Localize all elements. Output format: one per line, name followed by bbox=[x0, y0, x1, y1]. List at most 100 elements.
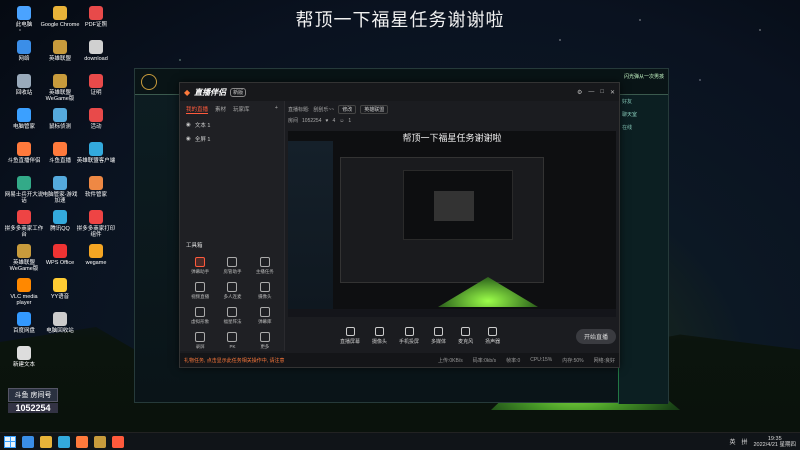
category-button[interactable]: 英雄联盟 bbox=[360, 105, 389, 114]
tool-button[interactable]: 摄像头 bbox=[249, 282, 281, 300]
tray-pdd[interactable]: 拼 bbox=[741, 437, 747, 446]
source-control-button[interactable]: 手机投屏 bbox=[399, 327, 419, 345]
desktop-icon[interactable]: 腾讯QQ bbox=[40, 210, 80, 232]
desktop-icon[interactable]: 斗鱼直播 bbox=[40, 142, 80, 164]
tool-button[interactable]: 房管助手 bbox=[216, 257, 248, 275]
desktop-icon-label: wegame bbox=[85, 260, 107, 266]
tool-button[interactable]: 弹幕助手 bbox=[184, 257, 216, 275]
app-titlebar: ◆ 直播伴侣 新版 ⚙ — □ ✕ bbox=[180, 83, 619, 101]
desktop-icon-label: 拼多多商家打印组件 bbox=[76, 226, 116, 238]
start-live-button[interactable]: 开始直播 bbox=[575, 328, 616, 344]
app-icon bbox=[53, 74, 67, 88]
tool-button[interactable]: 更多 bbox=[249, 332, 281, 350]
lol-chat-item[interactable]: 在线 bbox=[619, 121, 668, 134]
source-control-button[interactable]: 摄像头 bbox=[372, 327, 387, 345]
app-icon bbox=[17, 278, 31, 292]
desktop-icon[interactable]: 英雄联盟 bbox=[40, 40, 80, 62]
eye-icon[interactable]: ◉ bbox=[186, 122, 191, 128]
qq-app-icon[interactable] bbox=[58, 435, 70, 448]
maximize-icon[interactable]: □ bbox=[600, 89, 604, 96]
scene-label: 全屏 1 bbox=[194, 137, 211, 143]
desktop-icon[interactable]: 英雄联盟WeGame版 bbox=[40, 74, 80, 102]
settings-icon[interactable]: ⚙ bbox=[577, 89, 582, 96]
lol-chat-item[interactable]: 聊天室 bbox=[619, 108, 668, 121]
tab-my-live[interactable]: 我的直播 bbox=[186, 105, 209, 114]
desktop-icon[interactable]: 英雄联盟WeGame版 bbox=[4, 244, 44, 272]
scene-item[interactable]: ◉ 文本 1 bbox=[180, 118, 284, 132]
desktop-icon[interactable]: 英雄联盟客户端 bbox=[76, 142, 116, 164]
source-control-button[interactable]: 多媒体 bbox=[431, 327, 446, 345]
desktop-icon[interactable]: 网易士兵开大说话 bbox=[4, 176, 44, 204]
tool-button[interactable]: 虚拟形象 bbox=[184, 307, 216, 325]
eye-icon[interactable]: ◉ bbox=[186, 136, 191, 142]
app-icon bbox=[17, 6, 31, 20]
app-version-badge[interactable]: 新版 bbox=[230, 87, 247, 97]
edit-title-button[interactable]: 修改 bbox=[338, 105, 357, 114]
tool-button[interactable]: 主播任务 bbox=[249, 257, 281, 275]
desktop-icon[interactable]: 软件管家 bbox=[76, 176, 116, 198]
tool-button[interactable]: PK bbox=[216, 332, 248, 350]
add-scene-icon[interactable]: + bbox=[275, 105, 278, 114]
tool-button[interactable]: 多人连麦 bbox=[216, 282, 248, 300]
desktop-icon[interactable]: WPS Office bbox=[40, 244, 80, 266]
tool-icon bbox=[195, 307, 206, 317]
source-control-icon bbox=[461, 327, 471, 336]
stream-helper-window: ◆ 直播伴侣 新版 ⚙ — □ ✕ 我的直播 素材 玩家库 + ◉ 文本 1 ◉… bbox=[179, 82, 620, 368]
desktop-icon[interactable]: 拼多多商家打印组件 bbox=[76, 210, 116, 238]
tool-label: 虚拟形象 bbox=[191, 319, 210, 324]
status-stat: CPU:15% bbox=[530, 356, 553, 363]
live-preview[interactable]: 帮顶一下福星任务谢谢啦 bbox=[288, 131, 616, 317]
desktop-icon[interactable]: VLC media player bbox=[4, 278, 44, 306]
preview-taskbar bbox=[288, 309, 616, 317]
source-control-button[interactable]: 麦克风 bbox=[458, 327, 473, 345]
desktop-icon[interactable]: 证明 bbox=[76, 74, 116, 96]
lol-profile-name[interactable]: 闪光弹从一次男孩 bbox=[624, 73, 664, 80]
app-icon bbox=[17, 346, 31, 360]
desktop-icon[interactable]: 拼多多商家工作台 bbox=[4, 210, 44, 238]
clock[interactable]: 19:35 2022/4/21 星期四 bbox=[754, 436, 797, 448]
desktop-icon[interactable]: download bbox=[76, 40, 116, 62]
preview-overlay-title: 帮顶一下福星任务谢谢啦 bbox=[402, 133, 502, 143]
source-control-icon bbox=[434, 327, 444, 336]
windows-start-icon[interactable] bbox=[4, 435, 16, 448]
desktop-icon[interactable]: 新建文本 bbox=[4, 346, 44, 368]
tab-player-lib[interactable]: 玩家库 bbox=[233, 105, 250, 114]
search-app-icon[interactable] bbox=[22, 435, 34, 448]
close-icon[interactable]: ✕ bbox=[610, 89, 615, 96]
desktop-icon[interactable]: 斗鱼直播伴侣 bbox=[4, 142, 44, 164]
source-control-button[interactable]: 扬声器 bbox=[485, 327, 500, 345]
desktop-icon[interactable]: PDF证照 bbox=[76, 6, 116, 28]
tool-label: PK bbox=[229, 344, 236, 349]
desktop-icon[interactable]: 电脑管家-游戏加速 bbox=[40, 176, 80, 204]
desktop-icon[interactable]: 此电脑 bbox=[4, 6, 44, 28]
desktop-icon[interactable]: YY语音 bbox=[40, 278, 80, 300]
douyu-watermark: 斗鱼 房间号 1052254 bbox=[8, 388, 58, 413]
source-control-button[interactable]: 直播屏幕 bbox=[340, 327, 360, 345]
tab-assets[interactable]: 素材 bbox=[215, 105, 226, 114]
lol-logo-icon bbox=[141, 73, 157, 90]
lol-app-icon[interactable] bbox=[94, 435, 106, 448]
desktop-icon[interactable]: 活动 bbox=[76, 108, 116, 130]
chrome-app-icon[interactable] bbox=[40, 435, 52, 448]
desktop-icon[interactable]: 电脑管家 bbox=[4, 108, 44, 130]
likes-count: 4 bbox=[332, 117, 336, 124]
scene-item[interactable]: ◉ 全屏 1 bbox=[180, 132, 284, 146]
tray-ime[interactable]: 英 bbox=[729, 437, 735, 446]
tool-button[interactable]: 视频直播 bbox=[184, 282, 216, 300]
minimize-icon[interactable]: — bbox=[588, 89, 594, 96]
desktop-icon[interactable]: 鼠标侦测 bbox=[40, 108, 80, 130]
desktop-icon[interactable]: wegame bbox=[76, 244, 116, 266]
desktop-icon[interactable]: 电脑回收站 bbox=[40, 312, 80, 334]
lol-chat-item[interactable]: 好友 bbox=[619, 95, 668, 108]
desktop-icon[interactable]: 回收站 bbox=[4, 74, 44, 96]
desktop-icon[interactable]: 百度网盘 bbox=[4, 312, 44, 334]
tool-button[interactable]: 弹幕库 bbox=[249, 307, 281, 325]
desktop-icon[interactable]: Google Chrome bbox=[40, 6, 80, 28]
tool-button[interactable]: 录屏 bbox=[184, 332, 216, 350]
room-id: 1052254 bbox=[302, 117, 322, 124]
desktop-icon[interactable]: 网络 bbox=[4, 40, 44, 62]
stream-helper-app-icon[interactable] bbox=[112, 435, 124, 448]
tool-button[interactable]: 福星阵法 bbox=[216, 307, 248, 325]
douyu-app-icon[interactable] bbox=[76, 435, 88, 448]
app-icon bbox=[89, 176, 103, 190]
